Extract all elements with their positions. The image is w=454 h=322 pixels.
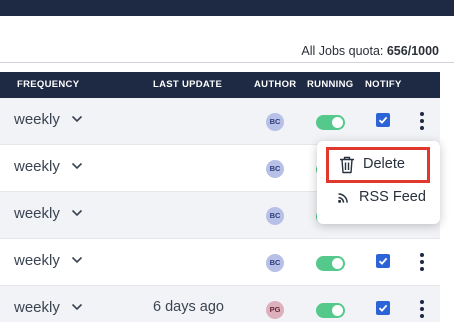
- rss-icon: [338, 193, 348, 203]
- top-nav-bar: [0, 0, 454, 16]
- jobs-quota: All Jobs quota: 656/1000: [301, 44, 439, 58]
- author-avatar: PG: [266, 301, 284, 319]
- checkmark-icon: [378, 304, 388, 312]
- toggle-knob: [332, 117, 343, 128]
- author-avatar: BC: [266, 113, 284, 131]
- chevron-down-icon[interactable]: [71, 256, 83, 264]
- table-row: weekly 6 days ago PG: [0, 286, 440, 322]
- more-actions-icon[interactable]: [417, 112, 427, 132]
- last-update-text: 6 days ago: [153, 299, 224, 315]
- quota-label: All Jobs quota:: [301, 44, 384, 58]
- chevron-down-icon[interactable]: [71, 303, 83, 311]
- trash-icon: [340, 156, 354, 174]
- menu-item-rss-feed-label: RSS Feed: [359, 189, 426, 205]
- chevron-down-icon[interactable]: [71, 162, 83, 170]
- frequency-select[interactable]: weekly: [14, 299, 60, 316]
- checkmark-icon: [378, 116, 388, 124]
- kebab-dot: [420, 253, 424, 257]
- chevron-down-icon[interactable]: [71, 115, 83, 123]
- more-actions-icon[interactable]: [417, 253, 427, 273]
- column-header-last-update: LAST UPDATE: [153, 79, 223, 90]
- toggle-knob: [332, 258, 343, 269]
- kebab-dot: [420, 112, 424, 116]
- running-toggle[interactable]: [316, 256, 345, 271]
- running-toggle[interactable]: [316, 115, 345, 130]
- author-avatar: BC: [266, 160, 284, 178]
- quota-value: 656/1000: [386, 44, 439, 58]
- more-actions-icon[interactable]: [417, 300, 427, 320]
- kebab-dot: [420, 307, 424, 311]
- frequency-select[interactable]: weekly: [14, 252, 60, 269]
- running-toggle[interactable]: [316, 303, 345, 318]
- toggle-knob: [332, 305, 343, 316]
- divider: [0, 62, 454, 63]
- chevron-down-icon[interactable]: [71, 209, 83, 217]
- notify-checkbox[interactable]: [376, 301, 390, 315]
- menu-item-rss-feed[interactable]: RSS Feed: [317, 183, 440, 219]
- notify-checkbox[interactable]: [376, 113, 390, 127]
- notify-checkbox[interactable]: [376, 254, 390, 268]
- frequency-select[interactable]: weekly: [14, 158, 60, 175]
- author-avatar: BC: [266, 254, 284, 272]
- kebab-dot: [420, 126, 424, 130]
- kebab-dot: [420, 300, 424, 304]
- column-header-author: AUTHOR: [254, 79, 297, 90]
- kebab-dot: [420, 267, 424, 271]
- menu-item-delete[interactable]: Delete: [317, 147, 440, 183]
- kebab-dot: [420, 119, 424, 123]
- kebab-dot: [420, 314, 424, 318]
- column-header-notify: NOTIFY: [365, 79, 402, 90]
- checkmark-icon: [378, 257, 388, 265]
- table-row: weekly BC: [0, 239, 440, 286]
- frequency-select[interactable]: weekly: [14, 111, 60, 128]
- kebab-dot: [420, 260, 424, 264]
- table-header: FREQUENCY LAST UPDATE AUTHOR RUNNING NOT…: [0, 72, 440, 98]
- column-header-frequency: FREQUENCY: [17, 79, 80, 90]
- table-row: weekly BC: [0, 98, 440, 145]
- frequency-select[interactable]: weekly: [14, 205, 60, 222]
- column-header-running: RUNNING: [307, 79, 354, 90]
- row-actions-menu: Delete RSS Feed: [317, 141, 440, 224]
- author-avatar: BC: [266, 207, 284, 225]
- menu-item-delete-label: Delete: [363, 156, 405, 172]
